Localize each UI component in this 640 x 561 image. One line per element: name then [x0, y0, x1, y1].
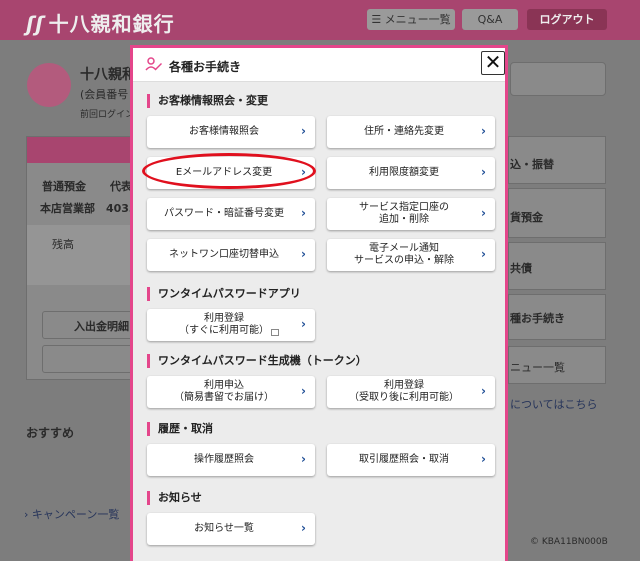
button-label: 利用登録 （受取り後に利用可能） [349, 380, 459, 403]
button-label: ネットワン口座切替申込 [169, 249, 279, 260]
right-nav-4-label: 種お手続き [510, 312, 565, 325]
chevron-right-icon: › [481, 206, 486, 220]
button-label: 利用限度額変更 [369, 167, 439, 178]
logout-button[interactable]: ログアウト [527, 9, 607, 30]
right-nav-5-label: ニュー一覧 [510, 361, 565, 374]
right-nav-3-label: 共債 [510, 262, 532, 275]
button-label: お客様情報照会 [189, 126, 259, 137]
right-nav-2-label: 貨預金 [510, 211, 543, 224]
user-name: 十八親和 [80, 67, 136, 83]
button-label: Eメールアドレス変更 [175, 167, 273, 178]
section-heading-notices: お知らせ [147, 491, 202, 505]
section-heading-history: 履歴・取消 [147, 422, 213, 436]
right-nav-1-label: 込・振替 [510, 158, 554, 171]
section-heading-customer-info: お客様情報照会・変更 [147, 94, 268, 108]
chevron-right-icon: › [301, 247, 306, 261]
notice-box [510, 62, 606, 96]
chevron-right-icon: › [301, 452, 306, 466]
button-label: 電子メール通知 サービスの申込・解除 [354, 243, 454, 266]
balance-label: 残高 [52, 238, 74, 251]
last-login: 前回ログイン [80, 110, 135, 120]
chevron-right-icon: › [301, 206, 306, 220]
avatar [27, 63, 71, 107]
button-label: お知らせ一覧 [194, 523, 254, 534]
qa-button[interactable]: Q&A [462, 9, 518, 30]
account-panel-header [27, 137, 135, 163]
notices-list-button[interactable]: お知らせ一覧 › [147, 513, 315, 545]
logo-mark-icon: ʃʃ [26, 12, 45, 36]
address-change-button[interactable]: 住所・連絡先変更 › [327, 116, 495, 148]
bank-logo[interactable]: ʃʃ 十八親和銀行 [26, 8, 175, 37]
modal-title: 各種お手続き [169, 60, 242, 74]
chevron-right-icon: › [481, 247, 486, 261]
account-type: 普通預金 [42, 180, 86, 193]
modal-header: 各種お手続き ✕ [133, 48, 505, 82]
token-register-button[interactable]: 利用登録 （受取り後に利用可能） › [327, 376, 495, 408]
user-edit-icon [145, 57, 162, 71]
help-link[interactable]: についてはこちら [510, 396, 597, 412]
password-change-button[interactable]: パスワード・暗証番号変更 › [147, 198, 315, 230]
footer-code: © KBA11BN000B [530, 537, 608, 547]
email-notification-button[interactable]: 電子メール通知 サービスの申込・解除 › [327, 239, 495, 271]
chevron-right-icon: › [481, 165, 486, 179]
secondary-button[interactable] [42, 345, 134, 373]
button-label: 取引履歴照会・取消 [359, 454, 449, 465]
operation-history-button[interactable]: 操作履歴照会 › [147, 444, 315, 476]
button-label: 住所・連絡先変更 [364, 126, 444, 137]
external-window-icon [271, 329, 279, 336]
chevron-right-icon: › [301, 165, 306, 179]
section-heading-otp-token: ワンタイムパスワード生成機（トークン） [147, 354, 367, 368]
chevron-right-icon: › [301, 384, 306, 398]
chevron-right-icon: › [481, 452, 486, 466]
balance-box [27, 225, 135, 285]
limit-change-button[interactable]: 利用限度額変更 › [327, 157, 495, 189]
chevron-right-icon: › [481, 384, 486, 398]
token-apply-button[interactable]: 利用申込 （簡易書留でお届け） › [147, 376, 315, 408]
button-label: 利用登録 （すぐに利用可能） [179, 313, 269, 336]
email-change-button[interactable]: Eメールアドレス変更 › [147, 157, 315, 189]
account-rep: 代表 [110, 180, 132, 193]
menu-button[interactable]: ☰ メニュー一覧 [367, 9, 455, 30]
otp-app-register-button[interactable]: 利用登録 （すぐに利用可能） › [147, 309, 315, 341]
button-label: 操作履歴照会 [194, 454, 254, 465]
transaction-history-button[interactable]: 取引履歴照会・取消 › [327, 444, 495, 476]
member-number: (会員番号 [80, 88, 129, 101]
history-button-label: 入出金明細 [74, 320, 129, 333]
button-label: 利用申込 （簡易書留でお届け） [174, 380, 274, 403]
button-label: パスワード・暗証番号変更 [164, 208, 284, 219]
netone-switch-button[interactable]: ネットワン口座切替申込 › [147, 239, 315, 271]
logo-text: 十八親和銀行 [48, 12, 175, 36]
section-heading-otp-app: ワンタイムパスワードアプリ [147, 287, 301, 301]
button-label: サービス指定口座の 追加・削除 [359, 202, 449, 225]
campaign-link[interactable]: › キャンペーン一覧 [24, 506, 119, 522]
chevron-right-icon: › [301, 317, 306, 331]
chevron-right-icon: › [301, 124, 306, 138]
chevron-right-icon: › [301, 521, 306, 535]
recommend-heading: おすすめ [26, 426, 75, 440]
branch-info: 本店営業部 4033 [40, 202, 137, 215]
designated-account-button[interactable]: サービス指定口座の 追加・削除 › [327, 198, 495, 230]
customer-info-inquiry-button[interactable]: お客様情報照会 › [147, 116, 315, 148]
close-button[interactable]: ✕ [481, 51, 505, 75]
procedures-modal: 各種お手続き ✕ お客様情報照会・変更 お客様情報照会 › 住所・連絡先変更 › E… [130, 45, 508, 561]
chevron-right-icon: › [481, 124, 486, 138]
